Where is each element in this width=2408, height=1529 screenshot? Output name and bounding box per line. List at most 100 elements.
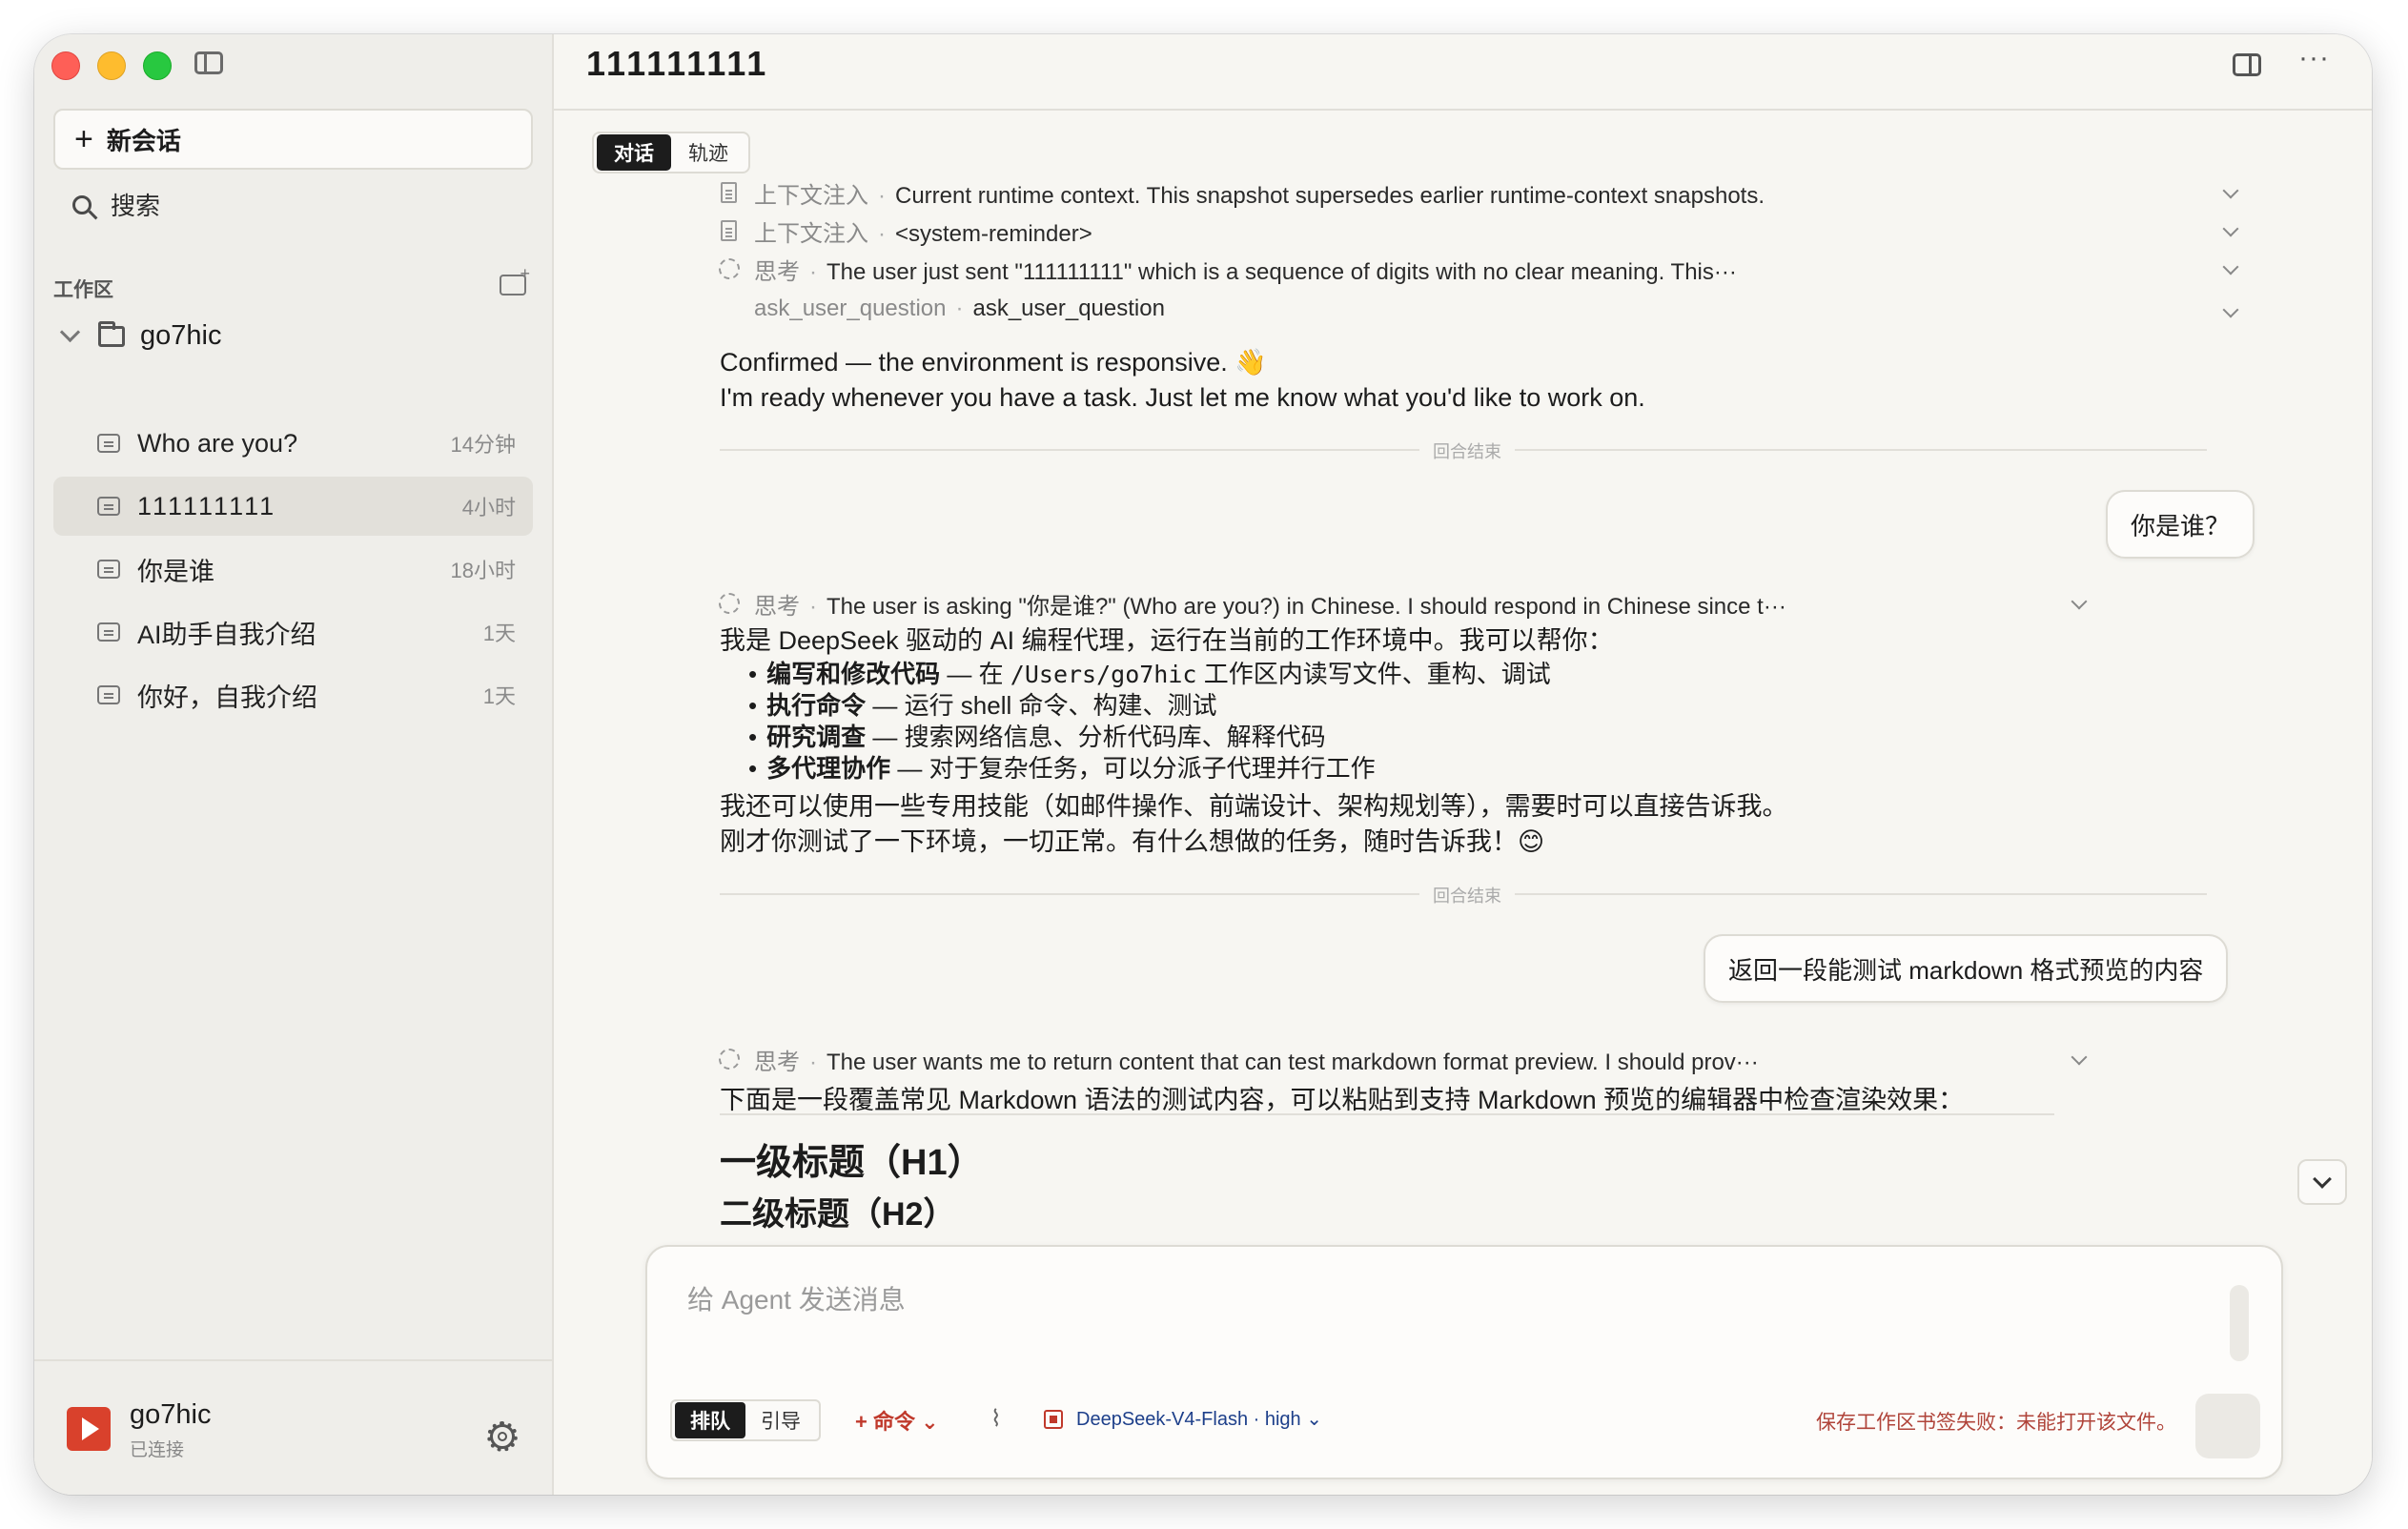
page-title: 111111111 (586, 44, 769, 83)
message-composer[interactable]: 给 Agent 发送消息 排队 引导 + 命令 ⌄ ⌇ DeepSeek-V4-… (645, 1245, 2283, 1479)
expand-chevron-icon[interactable] (2071, 1049, 2088, 1066)
model-label: DeepSeek-V4-Flash · high ⌄ (1076, 1409, 1322, 1430)
project-folder[interactable]: go7hic (59, 320, 222, 352)
chat-title: 你好，自我介绍 (137, 683, 317, 712)
message-input[interactable]: 给 Agent 发送消息 (687, 1279, 906, 1317)
tool-call-row[interactable]: ask_user_question · ask_user_question (754, 296, 1165, 322)
user-message: 返回一段能测试 markdown 格式预览的内容 (1704, 934, 2229, 1003)
list-item: 编写和修改代码 — 在 /Users/go7hic 工作区内读写文件、重构、调试 (748, 659, 1551, 690)
composer-scrollbar[interactable] (2230, 1285, 2249, 1361)
thinking-icon (719, 258, 740, 279)
view-tabs: 对话 轨迹 (592, 132, 750, 173)
tab-conversation[interactable]: 对话 (597, 134, 671, 171)
chat-bubble-icon (97, 685, 120, 704)
bookmark-error-message: 保存工作区书签失败：未能打开该文件。 (1816, 1412, 2176, 1434)
user-name: go7hic (130, 1399, 212, 1430)
expand-chevron-icon[interactable] (2222, 182, 2239, 199)
turn-end-label: 回合结束 (1419, 438, 1515, 463)
event-text: The user wants me to return content that… (826, 1050, 1759, 1075)
expand-chevron-icon[interactable] (2222, 258, 2239, 275)
expand-chevron-icon[interactable] (2222, 301, 2239, 318)
chat-time: 4小时 (461, 496, 516, 520)
tool-label: ask_user_question (754, 296, 947, 321)
chat-item[interactable]: AI助手自我介绍 1天 (53, 602, 533, 662)
connection-status: 已连接 (130, 1440, 185, 1460)
attach-paperclip-icon[interactable]: ⌇ (990, 1405, 1002, 1433)
new-chat-label: 新会话 (106, 126, 181, 155)
scroll-to-bottom-button[interactable] (2297, 1159, 2347, 1205)
add-folder-icon[interactable] (500, 264, 530, 296)
chevron-down-icon[interactable] (59, 321, 81, 343)
event-label: 思考 (754, 594, 800, 620)
document-icon (721, 182, 737, 203)
chat-time: 18小时 (450, 559, 516, 582)
chat-bubble-icon (97, 560, 120, 579)
more-options-icon[interactable]: ··· (2298, 42, 2330, 74)
chat-item[interactable]: 你是谁 18小时 (53, 540, 533, 599)
right-panel-toggle-icon[interactable] (2233, 53, 2261, 76)
workspace-label: 工作区 (53, 279, 113, 301)
minimize-window-button[interactable] (97, 51, 126, 80)
tool-text: ask_user_question (972, 296, 1165, 321)
thinking-event-row[interactable]: 思考 · The user is asking "你是谁?" (Who are yo… (754, 587, 1786, 621)
project-name: go7hic (140, 320, 222, 351)
plus-icon: + (74, 121, 93, 157)
event-label: 思考 (754, 259, 800, 285)
markdown-h2: 二级标题（H2） (720, 1196, 956, 1233)
chat-time: 1天 (482, 684, 516, 708)
context-event-row[interactable]: 上下文注入 · <system-reminder> (754, 214, 1092, 248)
turn-end-label: 回合结束 (1419, 883, 1515, 907)
event-label: 上下文注入 (754, 183, 868, 209)
chat-time: 1天 (482, 622, 516, 645)
expand-chevron-icon[interactable] (2071, 593, 2088, 610)
close-window-button[interactable] (51, 51, 80, 80)
reply-line: Confirmed — the environment is responsiv… (720, 348, 1267, 377)
reply-line: I'm ready whenever you have a task. Just… (720, 383, 1645, 412)
tab-trace[interactable]: 轨迹 (671, 134, 745, 171)
list-item: 研究调查 — 搜索网络信息、分析代码库、解释代码 (748, 722, 1551, 753)
settings-gear-icon[interactable] (487, 1421, 518, 1452)
list-item: 执行命令 — 运行 shell 命令、构建、测试 (748, 690, 1551, 722)
app-window: + 新会话 搜索 工作区 go7hic Who are you? 14分钟 11… (34, 34, 2372, 1495)
capability-list: 编写和修改代码 — 在 /Users/go7hic 工作区内读写文件、重构、调试… (748, 659, 1551, 785)
content-rule (720, 1113, 2054, 1115)
model-selector[interactable]: DeepSeek-V4-Flash · high ⌄ (1044, 1407, 1322, 1431)
chat-bubble-icon (97, 434, 120, 453)
mode-queue-button[interactable]: 排队 (675, 1402, 745, 1438)
window-controls (51, 51, 172, 80)
event-text: <system-reminder> (895, 221, 1092, 247)
zoom-window-button[interactable] (143, 51, 172, 80)
expand-chevron-icon[interactable] (2222, 220, 2239, 237)
thinking-event-row[interactable]: 思考 · The user just sent "111111111" which … (754, 253, 1737, 286)
search-label: 搜索 (111, 192, 161, 220)
command-button[interactable]: + 命令 ⌄ (855, 1405, 939, 1436)
markdown-h1: 一级标题（H1） (720, 1143, 984, 1183)
event-text: The user just sent "111111111" which is … (826, 259, 1737, 285)
mode-guide-button[interactable]: 引导 (745, 1402, 816, 1438)
chat-title: AI助手自我介绍 (137, 620, 316, 649)
chat-item[interactable]: 你好，自我介绍 1天 (53, 665, 533, 724)
new-chat-button[interactable]: + 新会话 (53, 109, 533, 170)
chat-title: 111111111 (137, 491, 277, 520)
chat-title: Who are you? (137, 428, 298, 458)
send-button[interactable] (2195, 1394, 2260, 1458)
assistant-paragraph: 我还可以使用一些专用技能（如邮件操作、前端设计、架构规划等），需要时可以直接告诉… (720, 792, 1788, 856)
account-footer: go7hic 已连接 (34, 1359, 552, 1495)
search-button[interactable]: 搜索 (72, 187, 160, 222)
sidebar-toggle-icon[interactable] (194, 51, 223, 74)
list-item: 多代理协作 — 对于复杂任务，可以分派子代理并行工作 (748, 753, 1551, 785)
chat-list: Who are you? 14分钟 111111111 4小时 你是谁 18小时… (53, 414, 533, 728)
context-event-row[interactable]: 上下文注入 · Current runtime context. This snap… (754, 176, 1765, 210)
thinking-event-row[interactable]: 思考 · The user wants me to return content t… (754, 1043, 1759, 1076)
folder-icon (98, 320, 125, 347)
app-logo-icon (67, 1407, 111, 1451)
chat-bubble-icon (97, 497, 120, 516)
assistant-intro: 我是 DeepSeek 驱动的 AI 编程代理，运行在当前的工作环境中。我可以帮… (720, 626, 1614, 655)
event-label: 上下文注入 (754, 221, 868, 247)
chat-item[interactable]: Who are you? 14分钟 (53, 414, 533, 473)
main-panel: 111111111 ··· 对话 轨迹 上下文注入 · Current runtim… (554, 34, 2372, 1495)
document-icon (721, 220, 737, 241)
event-text: The user is asking "你是谁?" (Who are you?)… (826, 594, 1786, 620)
chat-item-active[interactable]: 111111111 4小时 (53, 477, 533, 536)
assistant-reply: Confirmed — the environment is responsiv… (720, 345, 1645, 416)
